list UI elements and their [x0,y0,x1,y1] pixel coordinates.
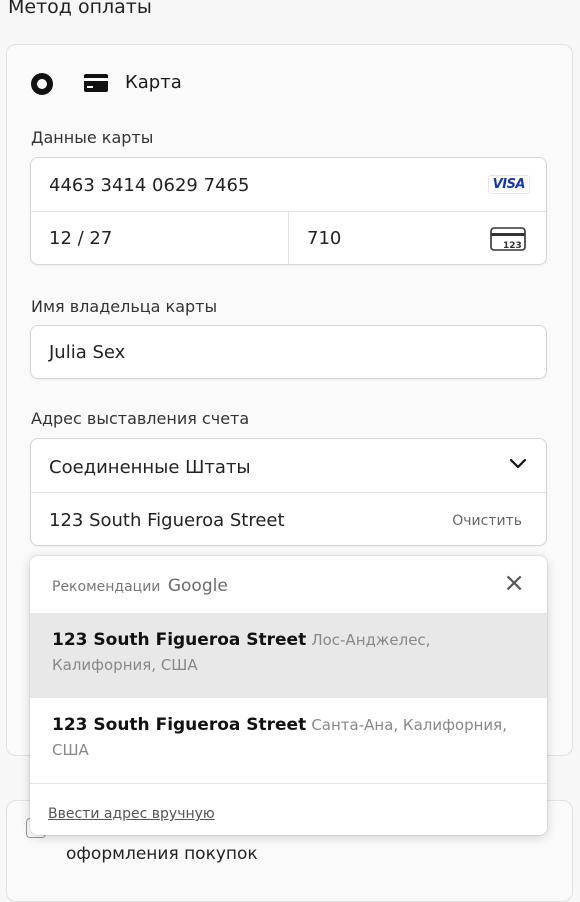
cardholder-fieldset: Julia Sex [30,325,547,379]
card-details-fieldset: 4463 3414 0629 7465 VISA 12 / 27 710 123 [30,157,547,265]
suggestion-locality: Лос-Анджелес, [311,631,431,649]
suggestion-item[interactable]: 123 South Figueroa Street Санта-Ана, Кал… [30,698,547,783]
divider [288,211,289,264]
page-title: Метод оплаты [8,0,152,18]
billing-address-fieldset: Соединенные Штаты 123 South Figueroa Str… [30,438,547,546]
close-icon[interactable]: × [503,570,525,596]
suggestion-locality: Санта-Ана, Калифорния, [311,716,507,734]
payment-method-label[interactable]: Карта [125,72,182,93]
country-select[interactable]: Соединенные Штаты [49,457,251,478]
visa-logo-icon: VISA [487,175,530,194]
suggestion-street: 123 South Figueroa Street [52,630,307,650]
address-line-input[interactable]: 123 South Figueroa Street [49,510,285,531]
suggestion-item[interactable]: 123 South Figueroa Street Лос-Анджелес, … [30,613,547,698]
cvc-card-icon: 123 [490,227,526,251]
google-logo: Google [167,576,228,596]
manual-entry-link[interactable]: Ввести адрес вручную [48,806,215,822]
divider [31,492,546,493]
expiry-input[interactable]: 12 / 27 [49,228,112,249]
cardholder-name-input[interactable]: Julia Sex [49,342,125,363]
suggestion-region: США [52,741,89,759]
card-details-label: Данные карты [31,128,154,147]
cardholder-label: Имя владельца карты [31,297,218,316]
chevron-down-icon[interactable] [508,456,528,470]
clear-address-button[interactable]: Очистить [452,513,522,529]
suggestion-region: Калифорния, США [52,656,198,674]
credit-card-icon [84,74,108,92]
card-radio-button[interactable] [31,73,53,95]
suggestions-header-label: Рекомендации [52,579,161,595]
suggestions-header: Рекомендации Google [52,576,228,596]
manual-entry-row: Ввести адрес вручную [30,783,547,835]
cvc-input[interactable]: 710 [307,228,341,249]
card-number-input[interactable]: 4463 3414 0629 7465 [49,175,249,196]
save-info-text: оформления покупок [66,844,258,864]
suggestion-street: 123 South Figueroa Street [52,715,307,735]
cvc-icon-digits: 123 [503,241,522,251]
billing-address-label: Адрес выставления счета [31,409,250,428]
address-suggestions-dropdown: Рекомендации Google × 123 South Figueroa… [30,556,547,835]
